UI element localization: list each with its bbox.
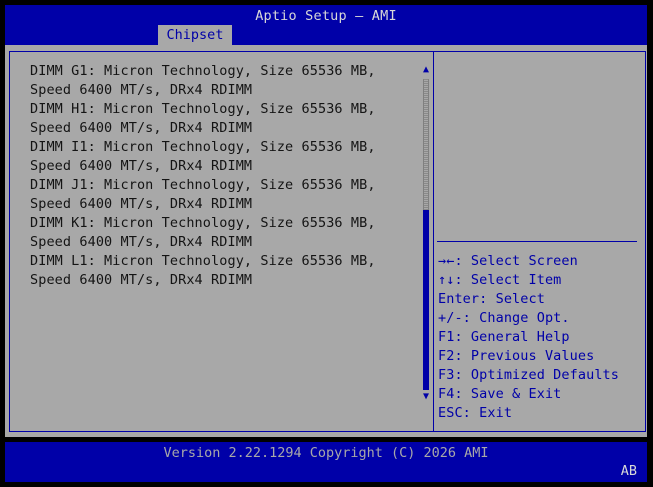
panel-divider bbox=[433, 51, 434, 432]
info-line: DIMM G1: Micron Technology, Size 65536 M… bbox=[30, 63, 376, 79]
main-panel: DIMM G1: Micron Technology, Size 65536 M… bbox=[5, 45, 647, 437]
info-line: Speed 6400 MT/s, DRx4 RDIMM bbox=[30, 234, 253, 250]
help-item: F2: Previous Values bbox=[438, 348, 595, 364]
info-line: Speed 6400 MT/s, DRx4 RDIMM bbox=[30, 120, 253, 136]
info-line: DIMM L1: Micron Technology, Size 65536 M… bbox=[30, 253, 376, 269]
app-title: Aptio Setup – AMI bbox=[255, 8, 397, 24]
scroll-up-icon[interactable]: ▲ bbox=[421, 63, 431, 77]
help-item: +/-: Change Opt. bbox=[438, 310, 570, 326]
help-panel: →←: Select Screen ↑↓: Select Item Enter:… bbox=[438, 252, 643, 423]
info-line: DIMM K1: Micron Technology, Size 65536 M… bbox=[30, 215, 376, 231]
help-divider bbox=[437, 241, 637, 242]
scroll-thumb[interactable] bbox=[423, 209, 429, 390]
info-line: Speed 6400 MT/s, DRx4 RDIMM bbox=[30, 82, 253, 98]
scrollbar[interactable]: ▲ ▼ bbox=[421, 63, 431, 404]
help-item: F1: General Help bbox=[438, 329, 570, 345]
info-line: DIMM H1: Micron Technology, Size 65536 M… bbox=[30, 101, 376, 117]
info-line: Speed 6400 MT/s, DRx4 RDIMM bbox=[30, 272, 253, 288]
info-line: Speed 6400 MT/s, DRx4 RDIMM bbox=[30, 158, 253, 174]
version-text: Version 2.22.1294 Copyright (C) 2026 AMI bbox=[163, 445, 489, 461]
help-item: ↑↓: Select Item bbox=[438, 272, 562, 288]
help-item: ESC: Exit bbox=[438, 405, 513, 421]
info-line: DIMM J1: Micron Technology, Size 65536 M… bbox=[30, 177, 376, 193]
scroll-down-icon[interactable]: ▼ bbox=[421, 390, 431, 404]
info-line: Speed 6400 MT/s, DRx4 RDIMM bbox=[30, 196, 253, 212]
help-item: Enter: Select bbox=[438, 291, 545, 307]
footer-bar: Version 2.22.1294 Copyright (C) 2026 AMI… bbox=[5, 442, 647, 482]
footer-badge: AB bbox=[620, 463, 637, 479]
help-item: F3: Optimized Defaults bbox=[438, 367, 620, 383]
dimm-info-list: DIMM G1: Micron Technology, Size 65536 M… bbox=[30, 62, 420, 290]
bios-screen: Aptio Setup – AMI Chipset DIMM G1: Micro… bbox=[0, 0, 653, 487]
tab-chipset[interactable]: Chipset bbox=[158, 25, 232, 45]
help-item: →←: Select Screen bbox=[438, 253, 578, 269]
help-item: F4: Save & Exit bbox=[438, 386, 562, 402]
info-line: DIMM I1: Micron Technology, Size 65536 M… bbox=[30, 139, 376, 155]
header-bar: Aptio Setup – AMI Chipset bbox=[5, 5, 647, 45]
